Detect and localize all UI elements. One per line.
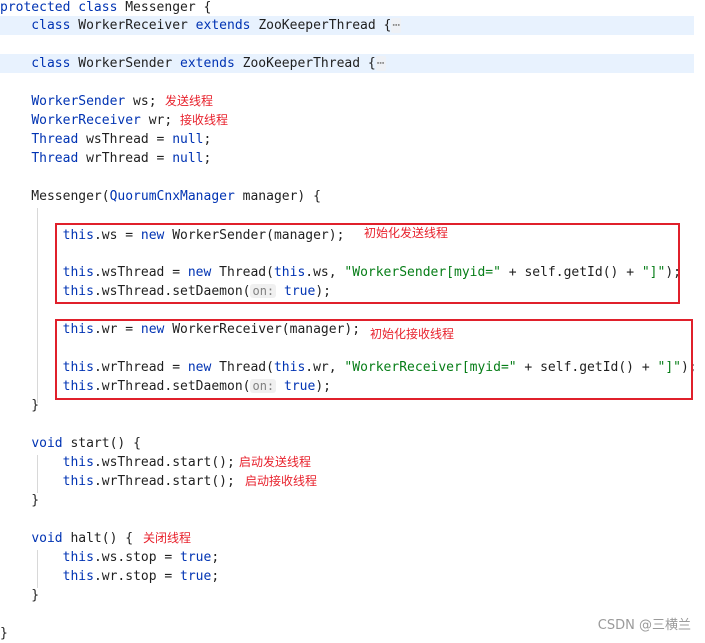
code-text: { <box>360 56 376 71</box>
annotation-start-recv: 启动接收线程 <box>245 474 318 488</box>
code-text: WorkerSender <box>78 56 173 71</box>
code-text: .wrThread.start(); <box>93 474 235 489</box>
keyword: this <box>62 569 94 584</box>
code-line: } <box>0 491 39 510</box>
code-text: manager) { <box>234 189 321 204</box>
code-line: } <box>0 624 8 643</box>
code-text: } <box>0 626 8 641</box>
code-text: wrThread = <box>78 151 173 166</box>
keyword: extends <box>187 18 259 33</box>
keyword: class <box>0 56 79 71</box>
keyword: true <box>180 569 212 584</box>
annotation-init-recv: 初始化接收线程 <box>370 327 455 341</box>
keyword: this <box>62 474 94 489</box>
code-text: WorkerReceiver <box>78 18 188 33</box>
keyword: this <box>62 550 94 565</box>
watermark: CSDN @三横兰 <box>597 618 691 633</box>
code-text: ZooKeeperThread <box>242 56 361 71</box>
code-line: this.wr.stop = true; <box>0 567 220 586</box>
folded-code-icon[interactable]: ⋯ <box>391 18 402 33</box>
type-name: WorkerReceiver <box>31 113 141 128</box>
annotation-recv-thread: 接收线程 <box>180 113 229 127</box>
code-line: this.wrThread.start(); <box>0 472 235 491</box>
code-text: } <box>0 398 40 413</box>
type-name: QuorumCnxManager <box>109 189 235 204</box>
keyword: null <box>172 132 204 147</box>
code-text: wsThread = <box>78 132 173 147</box>
code-line: Thread wrThread = null; <box>0 149 211 168</box>
code-text: .wsThread.start(); <box>93 455 235 470</box>
annotation-stop-threads: 关闭线程 <box>143 531 192 545</box>
code-line: } <box>0 586 39 605</box>
code-line: WorkerSender ws; <box>0 92 157 111</box>
keyword: this <box>62 455 94 470</box>
keyword: protected class <box>0 0 118 15</box>
code-line: WorkerReceiver wr; <box>0 111 172 130</box>
code-text: ; <box>203 132 212 147</box>
keyword: class <box>0 18 79 33</box>
code-line: class WorkerSender extends ZooKeeperThre… <box>0 54 386 73</box>
folded-code-icon[interactable]: ⋯ <box>375 56 386 71</box>
code-text: halt() { <box>62 531 134 546</box>
code-line: class WorkerReceiver extends ZooKeeperTh… <box>0 16 402 35</box>
code-line: Thread wsThread = null; <box>0 130 211 149</box>
code-text: ; <box>211 550 220 565</box>
code-line: this.ws.stop = true; <box>0 548 220 567</box>
code-text: ; <box>211 569 220 584</box>
code-text: ZooKeeperThread <box>258 18 376 33</box>
code-line: void halt() { <box>0 529 133 548</box>
keyword: void <box>31 531 63 546</box>
type-name: Thread <box>31 151 79 166</box>
type-name: WorkerSender <box>31 94 126 109</box>
code-text: start() { <box>62 436 141 451</box>
code-text: .ws.stop = <box>93 550 181 565</box>
keyword: true <box>180 550 212 565</box>
code-text: } <box>0 588 40 603</box>
code-text: ; <box>203 151 212 166</box>
annotation-send-thread: 发送线程 <box>165 94 214 108</box>
annotation-init-send: 初始化发送线程 <box>364 226 449 240</box>
code-line: void start() { <box>0 434 141 453</box>
code-line: Messenger(QuorumCnxManager manager) { <box>0 187 321 206</box>
code-text: ws; <box>125 94 157 109</box>
code-text: Messenger( <box>0 189 110 204</box>
code-line: protected class Messenger { <box>0 0 211 17</box>
code-text: { <box>375 18 392 33</box>
annotation-start-send: 启动发送线程 <box>239 455 312 469</box>
code-text: } <box>0 493 40 508</box>
code-text: Messenger { <box>117 0 212 15</box>
keyword: void <box>31 436 63 451</box>
keyword: extends <box>172 56 243 71</box>
code-text: wr; <box>140 113 173 128</box>
type-name: Thread <box>31 132 79 147</box>
code-line: } <box>0 396 39 415</box>
code-line: this.wsThread.start(); <box>0 453 235 472</box>
keyword: null <box>172 151 204 166</box>
code-text: .wr.stop = <box>93 569 181 584</box>
